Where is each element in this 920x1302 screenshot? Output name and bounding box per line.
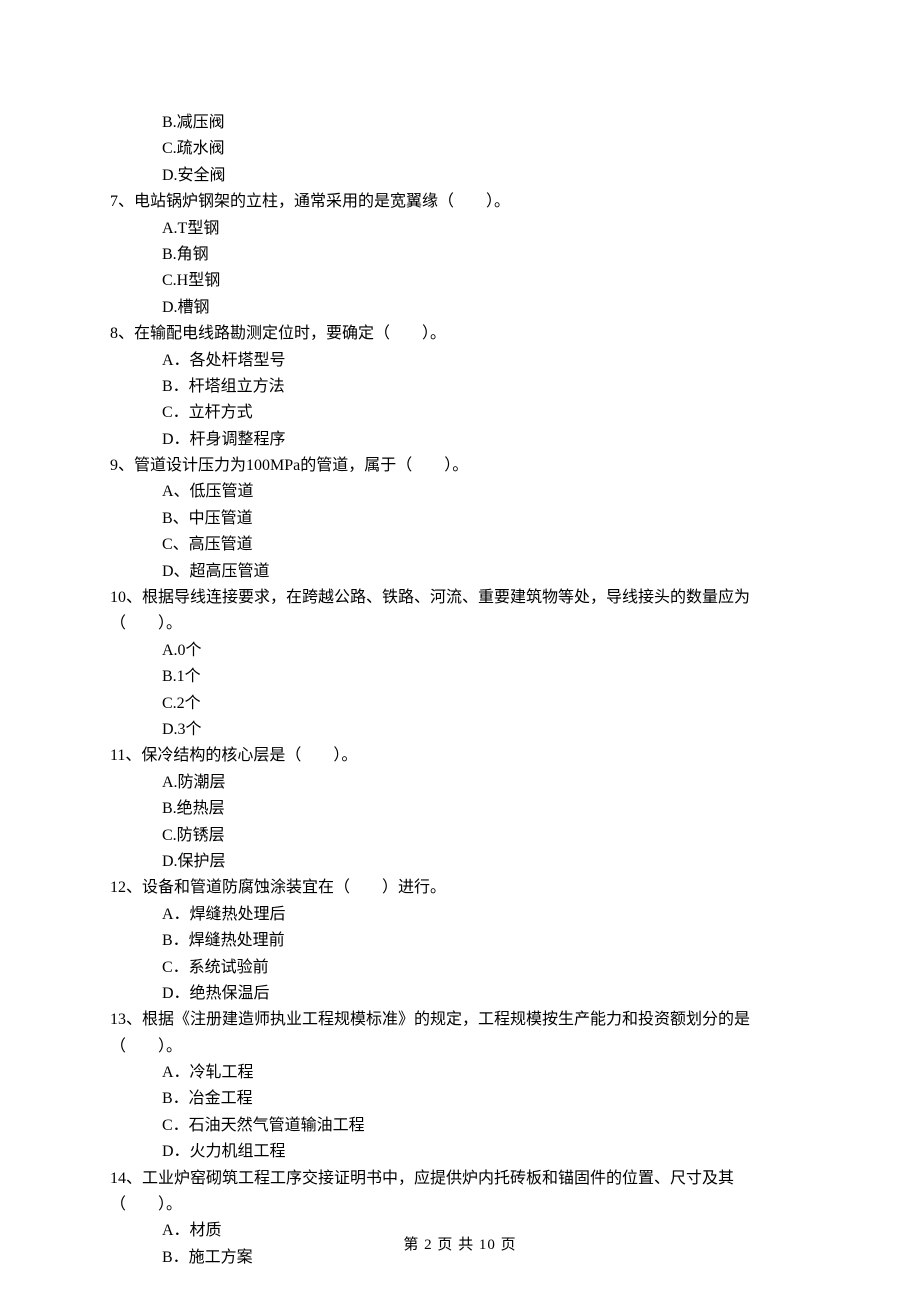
q6-option-b: B.减压阀	[110, 110, 810, 136]
q14-stem-line2: （ ）。	[110, 1192, 810, 1218]
q10-option-c: C.2个	[110, 691, 810, 717]
q10-option-d: D.3个	[110, 717, 810, 743]
q10-option-b: B.1个	[110, 664, 810, 690]
q8-stem: 8、在输配电线路勘测定位时，要确定（ ）。	[110, 321, 810, 347]
q12-stem: 12、设备和管道防腐蚀涂装宜在（ ）进行。	[110, 875, 810, 901]
q7-option-a: A.T型钢	[110, 216, 810, 242]
q7-option-b: B.角钢	[110, 242, 810, 268]
q11-stem: 11、保冷结构的核心层是（ ）。	[110, 743, 810, 769]
q12-option-b: B．焊缝热处理前	[110, 928, 810, 954]
q7-stem: 7、电站锅炉钢架的立柱，通常采用的是宽翼缘（ ）。	[110, 189, 810, 215]
q8-option-c: C．立杆方式	[110, 400, 810, 426]
page: B.减压阀 C.疏水阀 D.安全阀 7、电站锅炉钢架的立柱，通常采用的是宽翼缘（…	[0, 0, 920, 1302]
q8-option-d: D．杆身调整程序	[110, 427, 810, 453]
q13-stem-line2: （ ）。	[110, 1034, 810, 1060]
q12-option-d: D．绝热保温后	[110, 981, 810, 1007]
q7-option-c: C.H型钢	[110, 268, 810, 294]
q13-option-c: C．石油天然气管道输油工程	[110, 1113, 810, 1139]
q8-option-b: B．杆塔组立方法	[110, 374, 810, 400]
q11-option-c: C.防锈层	[110, 823, 810, 849]
q6-option-c: C.疏水阀	[110, 136, 810, 162]
q13-stem-line1: 13、根据《注册建造师执业工程规模标准》的规定，工程规模按生产能力和投资额划分的…	[110, 1007, 810, 1033]
q9-option-b: B、中压管道	[110, 506, 810, 532]
q12-option-a: A．焊缝热处理后	[110, 902, 810, 928]
q9-option-c: C、高压管道	[110, 532, 810, 558]
q7-option-d: D.槽钢	[110, 295, 810, 321]
q11-option-a: A.防潮层	[110, 770, 810, 796]
page-footer: 第 2 页 共 10 页	[0, 1233, 920, 1258]
q12-option-c: C．系统试验前	[110, 955, 810, 981]
q10-stem-line2: （ ）。	[110, 611, 810, 637]
q6-option-d: D.安全阀	[110, 163, 810, 189]
q11-option-d: D.保护层	[110, 849, 810, 875]
q9-stem: 9、管道设计压力为100MPa的管道，属于（ ）。	[110, 453, 810, 479]
q10-option-a: A.0个	[110, 638, 810, 664]
q10-stem-line1: 10、根据导线连接要求，在跨越公路、铁路、河流、重要建筑物等处，导线接头的数量应…	[110, 585, 810, 611]
q13-option-a: A．冷轧工程	[110, 1060, 810, 1086]
q14-stem-line1: 14、工业炉窑砌筑工程工序交接证明书中，应提供炉内托砖板和锚固件的位置、尺寸及其	[110, 1166, 810, 1192]
q13-option-d: D．火力机组工程	[110, 1139, 810, 1165]
q9-option-a: A、低压管道	[110, 479, 810, 505]
q8-option-a: A．各处杆塔型号	[110, 348, 810, 374]
q9-option-d: D、超高压管道	[110, 559, 810, 585]
q13-option-b: B．冶金工程	[110, 1086, 810, 1112]
q11-option-b: B.绝热层	[110, 796, 810, 822]
